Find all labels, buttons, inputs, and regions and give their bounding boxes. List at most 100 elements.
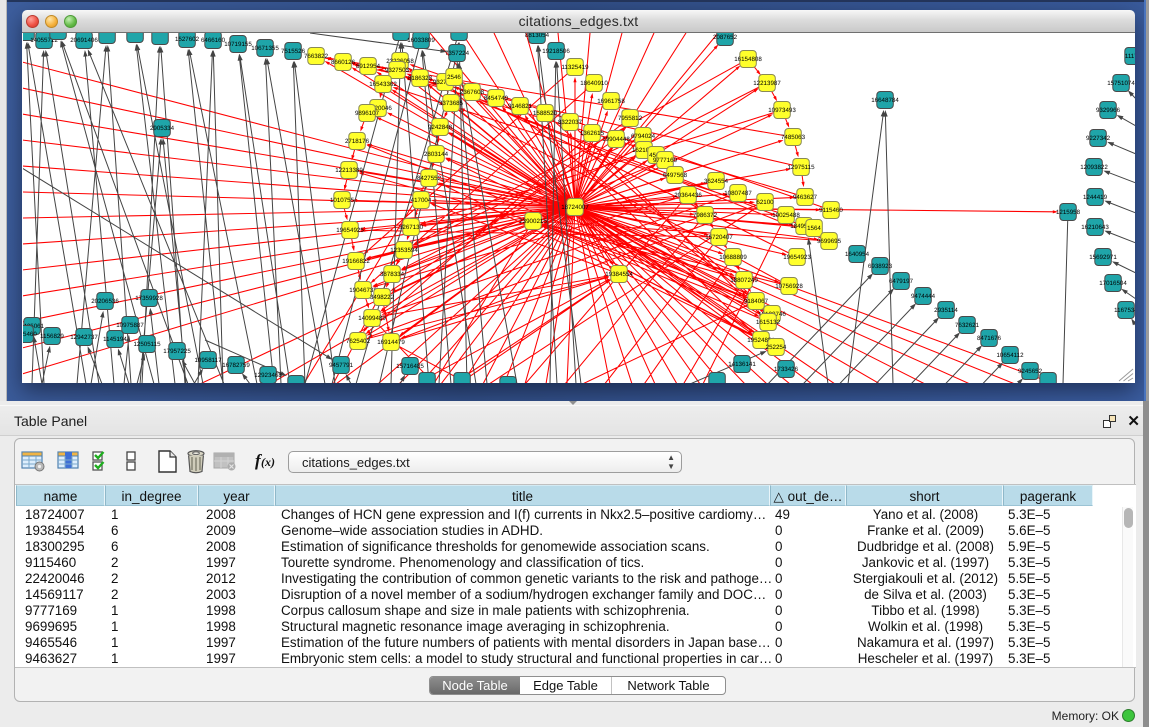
svg-text:16543362: 16543362 [369, 81, 397, 88]
svg-text:17016504: 17016504 [1099, 280, 1127, 287]
svg-text:16210643: 16210643 [1081, 224, 1109, 231]
svg-text:12505115: 12505115 [133, 341, 161, 348]
svg-text:12923468: 12923468 [254, 372, 282, 379]
svg-text:16961758: 16961758 [597, 98, 625, 105]
svg-text:7955812: 7955812 [618, 115, 643, 122]
svg-text:15720407: 15720407 [705, 234, 733, 241]
svg-text:18724007: 18724007 [561, 204, 589, 211]
svg-text:23900215: 23900215 [519, 218, 547, 225]
svg-text:19904448: 19904448 [602, 136, 630, 143]
svg-text:9242848: 9242848 [428, 124, 453, 131]
svg-text:15751074: 15751074 [1107, 80, 1135, 87]
svg-text:6938923: 6938923 [868, 263, 893, 270]
svg-text:10973493: 10973493 [768, 107, 796, 114]
svg-text:12213389: 12213389 [335, 167, 363, 174]
svg-text:12213987: 12213987 [753, 80, 781, 87]
svg-text:15692971: 15692971 [1089, 254, 1117, 261]
svg-text:8322037: 8322037 [558, 119, 583, 126]
svg-text:9463627: 9463627 [793, 194, 818, 201]
svg-text:10975887: 10975887 [116, 322, 144, 329]
svg-text:3373685: 3373685 [439, 100, 464, 107]
svg-text:2367608: 2367608 [460, 89, 485, 96]
svg-text:7625402: 7625402 [346, 338, 371, 345]
svg-text:12942737: 12942737 [70, 334, 98, 341]
svg-text:9457791: 9457791 [329, 362, 354, 369]
svg-text:10756928: 10756928 [775, 283, 803, 290]
svg-text:9184067: 9184067 [744, 298, 769, 305]
svg-text:12975115: 12975115 [787, 164, 815, 171]
svg-text:8471676: 8471676 [977, 335, 1002, 342]
svg-text:14136141: 14136141 [728, 361, 756, 368]
svg-text:3624554: 3624554 [704, 178, 729, 185]
svg-text:7986372: 7986372 [693, 212, 718, 219]
svg-text:1588520: 1588520 [533, 110, 558, 117]
svg-text:20206536: 20206536 [91, 298, 119, 305]
svg-text:7357224: 7357224 [445, 50, 470, 57]
svg-text:(x): (x) [261, 455, 275, 469]
svg-text:10958117: 10958117 [194, 357, 222, 364]
svg-text:1215958: 1215958 [1056, 209, 1081, 216]
svg-text:19384554: 19384554 [605, 271, 633, 278]
svg-text:10654112: 10654112 [996, 352, 1024, 359]
svg-text:7663822: 7663822 [304, 53, 329, 60]
svg-text:12093822: 12093822 [1080, 164, 1108, 171]
svg-text:1527602: 1527602 [175, 36, 200, 43]
svg-text:9474444: 9474444 [911, 293, 936, 300]
svg-text:1615132: 1615132 [756, 319, 781, 326]
svg-text:2803144: 2803144 [424, 151, 449, 158]
svg-text:6479197: 6479197 [889, 278, 914, 285]
svg-text:19654923: 19654923 [783, 254, 811, 261]
svg-text:1640954: 1640954 [845, 251, 870, 258]
svg-text:9245652: 9245652 [1018, 368, 1043, 375]
svg-text:7515526: 7515526 [281, 48, 306, 55]
svg-text:9699695: 9699695 [817, 238, 842, 245]
svg-text:9115460: 9115460 [13, 331, 37, 338]
svg-text:62100: 62100 [756, 199, 774, 206]
svg-text:3878334: 3878334 [380, 271, 405, 278]
svg-text:3267130: 3267130 [399, 224, 424, 231]
svg-text:9896107: 9896107 [355, 110, 380, 117]
svg-text:3498222: 3498222 [370, 294, 395, 301]
svg-text:9146821: 9146821 [508, 103, 533, 110]
svg-text:7485063: 7485063 [781, 134, 806, 141]
svg-text:8454749: 8454749 [484, 95, 509, 102]
svg-text:1244419: 1244419 [1083, 194, 1108, 201]
svg-text:10807487: 10807487 [724, 190, 752, 197]
svg-text:2935114: 2935114 [934, 307, 958, 314]
svg-text:8427552: 8427552 [417, 175, 442, 182]
svg-text:9227342: 9227342 [1086, 135, 1111, 142]
svg-text:18640910: 18640910 [580, 80, 608, 87]
svg-text:11170: 11170 [1125, 53, 1142, 60]
svg-text:19218506: 19218506 [542, 48, 570, 55]
svg-text:1010755: 1010755 [330, 197, 355, 204]
svg-text:20364436: 20364436 [674, 192, 702, 199]
svg-text:2718176: 2718176 [345, 138, 370, 145]
svg-text:16782759: 16782759 [222, 362, 250, 369]
svg-text:10688809: 10688809 [719, 254, 747, 261]
svg-text:8912954: 8912954 [356, 63, 381, 70]
svg-text:1733426: 1733426 [774, 366, 799, 373]
svg-text:8813054: 8813054 [525, 32, 550, 39]
svg-text:10719155: 10719155 [224, 41, 252, 48]
svg-text:10671355: 10671355 [251, 45, 279, 52]
svg-text:1156829: 1156829 [40, 333, 64, 340]
svg-text:9115460: 9115460 [819, 207, 843, 214]
svg-text:19166822: 19166822 [342, 258, 370, 265]
svg-text:8186328: 8186328 [408, 75, 433, 82]
svg-text:6497568: 6497568 [663, 172, 688, 179]
svg-text:16914479: 16914479 [377, 339, 405, 346]
svg-text:1564: 1564 [807, 225, 821, 232]
svg-text:16154808: 16154808 [734, 56, 762, 63]
svg-text:2546: 2546 [447, 74, 461, 81]
svg-text:19654925: 19654925 [336, 227, 364, 234]
svg-text:10025488: 10025488 [772, 212, 800, 219]
svg-text:18807249: 18807249 [730, 277, 758, 284]
svg-text:9327503: 9327503 [385, 67, 410, 74]
svg-text:6466160: 6466160 [201, 37, 226, 44]
svg-text:11325419: 11325419 [561, 64, 589, 71]
svg-text:2087652: 2087652 [713, 34, 738, 41]
svg-text:7632621: 7632621 [955, 322, 980, 329]
svg-text:12353594: 12353594 [390, 247, 418, 254]
svg-text:15716485: 15716485 [396, 363, 424, 370]
svg-text:6794024: 6794024 [631, 133, 656, 140]
